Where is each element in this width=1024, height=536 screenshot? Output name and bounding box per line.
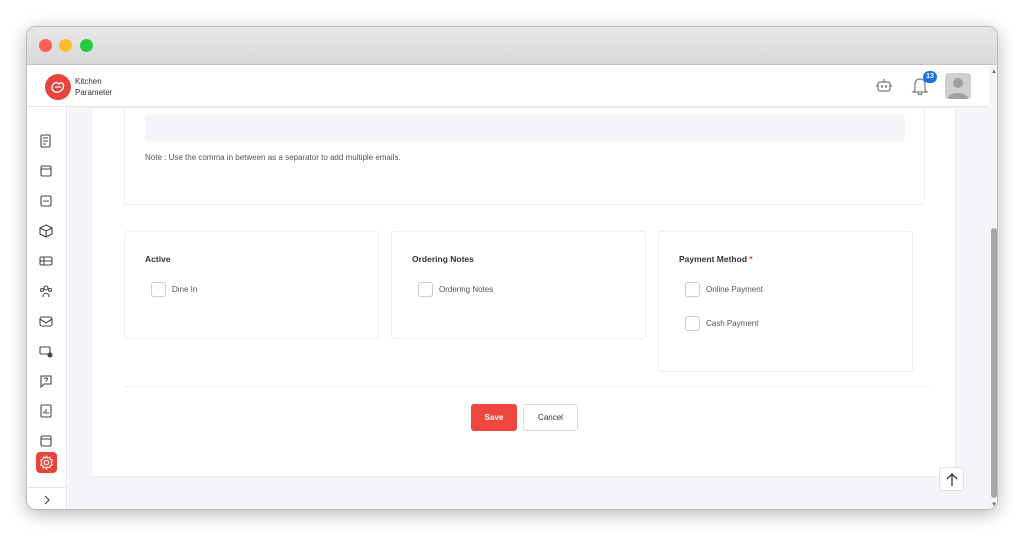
close-window-button[interactable] [39,39,52,52]
brand-line-2: Parameter [75,88,113,97]
tables-icon[interactable] [39,254,55,270]
browser-window: Kitchen Parameter 13 Note: Use the comm… [26,26,998,510]
mail-icon[interactable] [39,314,55,330]
dine-in-label: Dine In [172,285,198,294]
payment-method-section: Payment Method * Online Payment Cash Pay… [658,231,913,372]
app-header: Kitchen Parameter 13 [27,66,989,107]
box-icon[interactable] [39,224,55,240]
payments-icon[interactable] [39,344,55,360]
online-payment-label: Online Payment [706,285,763,294]
window-icon[interactable] [39,434,55,450]
payment-method-title-text: Payment Method [679,254,748,264]
section-title-active: Active [145,254,171,264]
cancel-button[interactable]: Cancel [523,404,578,431]
reports-icon[interactable] [39,404,55,420]
email-section: Note : Use the comma in between as a sep… [124,107,925,205]
cash-payment-checkbox[interactable] [685,316,700,331]
scrollbar-thumb[interactable] [991,228,997,498]
maximize-window-button[interactable] [80,39,93,52]
ordering-notes-section: Ordering Notes Ordering Notes [391,231,646,339]
scroll-up-arrow-icon[interactable]: ▲ [991,69,997,75]
form-divider [124,386,930,387]
menu-icon[interactable] [39,164,55,180]
scroll-to-top-button[interactable] [939,467,964,491]
sidebar-nav [27,107,67,509]
brand-name: Kitchen Parameter [75,76,112,98]
minimize-window-button[interactable] [59,39,72,52]
scroll-down-arrow-icon[interactable]: ▼ [991,502,997,508]
section-title-payment-method: Payment Method * [679,254,753,264]
user-avatar[interactable] [945,73,971,99]
team-icon[interactable] [39,284,55,300]
ordering-notes-label: Ordering Notes [439,285,494,294]
dine-in-checkbox[interactable] [151,282,166,297]
email-note: Note : Use the comma in between as a sep… [145,153,401,162]
brand-logo-icon[interactable] [45,74,71,100]
expand-sidebar-button[interactable] [27,487,67,509]
notification-count-badge: 13 [923,71,937,83]
active-section: Active Dine In [124,231,379,339]
section-title-ordering-notes: Ordering Notes [412,254,474,264]
cash-payment-label: Cash Payment [706,319,759,328]
settings-form-card: Note : Use the comma in between as a sep… [91,107,956,477]
brand-line-1: Kitchen [75,77,102,86]
calendar-icon[interactable] [39,194,55,210]
ordering-notes-checkbox[interactable] [418,282,433,297]
orders-icon[interactable] [39,134,55,150]
main-content: Note : Use the comma in between as a sep… [68,107,989,509]
robot-assistant-icon[interactable] [875,78,893,99]
required-marker: * [749,254,753,264]
online-payment-checkbox[interactable] [685,282,700,297]
arrow-up-icon [946,473,958,486]
help-icon[interactable] [39,374,55,390]
save-button[interactable]: Save [471,404,517,431]
settings-icon[interactable] [36,452,57,473]
window-titlebar [27,27,997,65]
chevron-right-icon [44,495,50,505]
email-input[interactable] [145,115,905,141]
page-scrollbar[interactable]: ▲ ▼ [989,66,997,509]
